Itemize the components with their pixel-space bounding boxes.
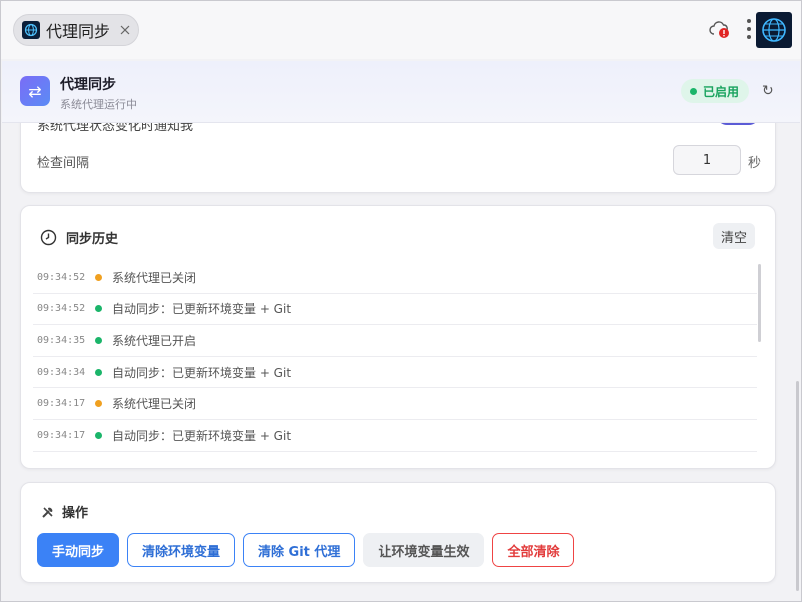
history-title: 同步历史 xyxy=(39,228,118,247)
page-scrollbar[interactable] xyxy=(796,381,799,591)
status-dot-warning xyxy=(95,400,102,408)
history-time: 09:34:35 xyxy=(37,334,86,346)
tools-icon xyxy=(39,503,57,521)
tab-proxy-sync[interactable]: 代理同步 xyxy=(13,14,139,46)
top-bar: 代理同步 xyxy=(1,1,801,59)
interval-input[interactable] xyxy=(673,145,741,175)
history-row: 09:34:17 自动同步：已更新环境变量 + Git xyxy=(33,420,757,452)
history-time: 09:34:17 xyxy=(37,398,86,410)
history-list[interactable]: 09:34:52 系统代理已关闭 09:34:52 自动同步：已更新环境变量 + Gi… xyxy=(33,262,757,456)
status-dot-success xyxy=(95,336,102,344)
refresh-icon[interactable]: ↻ xyxy=(762,83,774,99)
actions-card: 操作 手动同步 清除环境变量 清除 Git 代理 让环境变量生效 全部清除 xyxy=(20,482,776,583)
history-message: 系统代理已开启 xyxy=(112,333,197,348)
history-time: 09:34:52 xyxy=(37,271,86,283)
page-title: 代理同步 xyxy=(60,77,116,93)
status-dot-success xyxy=(95,431,102,439)
history-message: 自动同步：已更新环境变量 + Git xyxy=(112,428,292,443)
clear-env-button[interactable]: 清除环境变量 xyxy=(127,533,236,567)
history-time: 09:34:52 xyxy=(37,303,86,315)
status-dot-warning xyxy=(95,273,102,281)
history-message: 自动同步：已更新环境变量 + Git xyxy=(112,302,292,317)
history-card: 同步历史 清空 09:34:52 系统代理已关闭 09:34:52 自动同步：已更新环… xyxy=(20,205,776,469)
page-subtitle: 系统代理运行中 xyxy=(60,98,137,111)
status-dot-success xyxy=(95,305,102,313)
history-row: 09:34:17 系统代理已关闭 xyxy=(33,388,757,420)
history-message: 系统代理已关闭 xyxy=(112,270,197,285)
action-buttons: 手动同步 清除环境变量 清除 Git 代理 让环境变量生效 全部清除 xyxy=(37,533,575,567)
history-time: 09:34:17 xyxy=(37,429,86,441)
clock-icon xyxy=(39,229,57,247)
history-row: 09:34:52 系统代理已关闭 xyxy=(33,262,757,294)
status-label: 已启用 xyxy=(703,84,740,99)
history-row: 09:34:52 自动同步：已更新环境变量 + Git xyxy=(33,294,757,326)
sync-arrows-icon: ⇄ xyxy=(20,76,50,106)
apply-env-button[interactable]: 让环境变量生效 xyxy=(363,533,485,567)
history-row: 09:34:34 自动同步：已更新环境变量 + Git xyxy=(33,357,757,389)
history-message: 系统代理已关闭 xyxy=(112,397,197,412)
clear-all-button[interactable]: 全部清除 xyxy=(492,533,575,567)
history-scrollbar[interactable] xyxy=(758,264,761,342)
actions-title: 操作 xyxy=(39,502,88,521)
avatar[interactable] xyxy=(756,12,792,48)
more-menu-icon[interactable] xyxy=(745,17,753,41)
interval-unit: 秒 xyxy=(748,156,762,171)
clear-git-proxy-button[interactable]: 清除 Git 代理 xyxy=(243,533,356,567)
cloud-sync-error-icon[interactable] xyxy=(708,19,732,41)
history-title-label: 同步历史 xyxy=(66,232,119,247)
settings-card: 系统代理状态变化时通知我 检查间隔 秒 xyxy=(20,105,776,193)
interval-label: 检查间隔 xyxy=(37,156,90,171)
history-time: 09:34:34 xyxy=(37,366,86,378)
close-icon[interactable] xyxy=(118,23,132,37)
clear-history-button[interactable]: 清空 xyxy=(713,223,756,249)
status-dot xyxy=(690,87,697,95)
globe-app-icon xyxy=(22,21,40,39)
page-header: ⇄ 代理同步 系统代理运行中 已启用 ↻ xyxy=(2,61,800,123)
status-badge: 已启用 xyxy=(681,79,750,103)
manual-sync-button[interactable]: 手动同步 xyxy=(37,533,120,567)
actions-title-label: 操作 xyxy=(62,506,89,521)
history-row: 09:34:35 系统代理已开启 xyxy=(33,325,757,357)
history-message: 自动同步：已更新环境变量 + Git xyxy=(112,365,292,380)
status-dot-success xyxy=(95,368,102,376)
tab-title: 代理同步 xyxy=(46,22,111,41)
